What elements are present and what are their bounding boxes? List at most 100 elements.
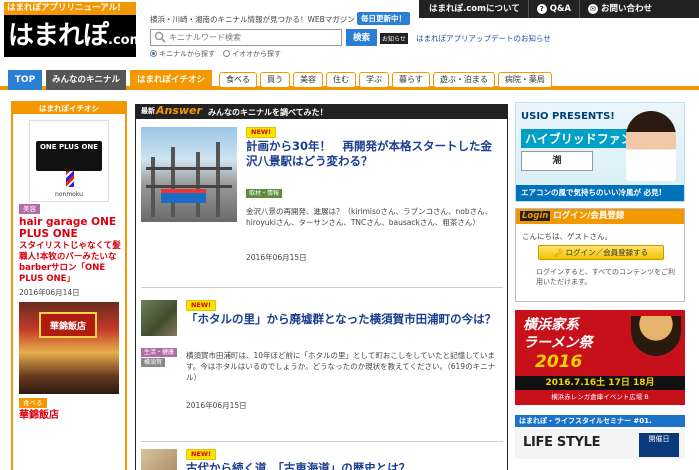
radio-events[interactable]: イオオから探す — [223, 49, 281, 59]
shop-sign: 華錦飯店 — [39, 312, 97, 338]
latest-answers: 最新 Answer みんなのキニナルを調べてみた！ NEW! 計画から30年！ … — [135, 104, 508, 470]
top-nav-qa[interactable]: ? Q&A — [527, 0, 579, 18]
hybrid-fan-ad[interactable]: USIO PRESENTS! ハイブリッドファン 潮 エアコンの風で気持ちのいい… — [515, 102, 685, 202]
category-hospital[interactable]: 病院・薬局 — [497, 72, 552, 88]
article-thumbnail[interactable] — [141, 449, 177, 470]
lifestyle-ad[interactable]: LIFE STYLE 開催日 — [515, 429, 685, 459]
divider — [141, 441, 503, 442]
area-tag: 横須賀 — [141, 358, 166, 367]
shop-title[interactable]: 華錦飯店 — [19, 410, 121, 422]
article-excerpt: 横須賀市田浦町は、10年ほど前に「ホタルの里」として町おこしをしていたと記憶して… — [186, 351, 496, 382]
mail-icon: ✉ — [587, 4, 598, 14]
heading-new: 最新 — [141, 107, 155, 115]
new-badge: NEW! — [186, 300, 217, 311]
article-item: NEW! 計画から30年！ 再開発が本格スタートした金沢八景駅はどう変わる？ 取… — [141, 127, 503, 295]
ad-year: 2016 — [535, 352, 583, 372]
heading-answer: Answer — [156, 104, 202, 117]
brand-sub: nonmoku — [55, 191, 83, 198]
login-heading: Login ログイン/会員登録 — [516, 209, 684, 224]
login-box: Login ログイン/会員登録 こんにちは、ゲストさん。 🔑 ログイン／会員登録… — [515, 208, 685, 302]
model-image — [626, 111, 676, 181]
radio-button[interactable] — [150, 50, 157, 57]
ad-title: ハイブリッドファン — [521, 129, 637, 148]
article-item: NEW! 古代から続く道、「古東海道」の歴史とは？ — [141, 449, 503, 470]
login-button[interactable]: 🔑 ログイン／会員登録する — [538, 245, 664, 260]
ramen-festival-ad[interactable]: 横浜家系 ラーメン祭 2016 2016.7.16土 17日 18月 横浜赤レン… — [515, 310, 685, 405]
ramen-bowl-image — [631, 316, 681, 356]
logo-banner: はまれぽアプリリニューアル! — [4, 2, 136, 15]
shop-description: スタイリストじゃなくて髪職人!本牧のバーみたいなbarberサロン「ONE PL… — [19, 241, 121, 284]
article-title[interactable]: 古代から続く道、「古東海道」の歴史とは？ — [186, 461, 501, 470]
category-tag: 美容 — [19, 204, 40, 214]
one-plus-one-image[interactable]: ONE PLUS ONE nonmoku — [29, 120, 109, 202]
article-thumbnail[interactable] — [141, 300, 177, 336]
tagline: 横浜・川崎・湘南のキニナル情報が見つかる！WEBマガジン — [150, 15, 355, 24]
question-icon: ? — [536, 4, 547, 14]
ad-venue: 横浜赤レンガ倉庫イベント広場 B — [551, 393, 649, 401]
article-title[interactable]: 計画から30年！ 再開発が本格スタートした金沢八景駅はどう変わる？ — [246, 139, 501, 169]
top-nav-about[interactable]: はまれぽ.comについて — [419, 0, 528, 18]
category-tag: 取材・情報 — [246, 189, 283, 198]
kakin-hanten-image[interactable]: 華錦飯店 — [19, 302, 119, 394]
ad-badge: 開催日 — [639, 433, 679, 457]
category-nav: TOP みんなのキニナル はまれぽイチオシ 食べる 買う 美容 住む 学ぶ 暮ら… — [0, 70, 699, 90]
key-icon: 🔑 — [553, 248, 566, 257]
category-buttons: 食べる 買う 美容 住む 学ぶ 暮らす 遊ぶ・泊まる 病院・薬局 — [219, 72, 552, 88]
ad-brand: USIO PRESENTS! — [521, 111, 615, 122]
ad-logo: 潮 — [521, 151, 593, 171]
category-tag: 食べる — [19, 398, 47, 408]
ad-line2: ラーメン祭 — [523, 335, 593, 351]
top-nav: はまれぽ.comについて ? Q&A ✉ お問い合わせ — [419, 0, 699, 18]
right-sidebar: USIO PRESENTS! ハイブリッドファン 潮 エアコンの風で気持ちのいい… — [515, 102, 695, 459]
ad-line1: 横浜家系 — [523, 317, 579, 333]
article-date: 2016年06月15日 — [186, 401, 247, 410]
section-heading: 最新 Answer みんなのキニナルを調べてみた！ — [136, 104, 507, 119]
ichioshi-sidebar: はまれぽイチオシ ONE PLUS ONE nonmoku 美容 hair ga… — [11, 101, 127, 470]
new-badge: NEW! — [186, 449, 217, 460]
category-play-stay[interactable]: 遊ぶ・泊まる — [432, 72, 495, 88]
heading-description: みんなのキニナルを調べてみた！ — [208, 108, 328, 117]
seminar-banner[interactable]: はまれぽ・ライフスタイルセミナー #01. — [515, 415, 685, 427]
article-excerpt: 金沢八景の再開発、進展は？（kirimisoさん、ラブンコさん、nobさん、hi… — [246, 207, 493, 227]
article-item: NEW! 「ホタルの里」から廃墟群となった横須賀市田浦町の今は？ 生活・健康 横… — [141, 300, 503, 440]
search-icon — [154, 31, 166, 43]
sidebar-heading: はまれぽイチオシ — [13, 103, 125, 114]
login-greeting: こんにちは、ゲストさん。 — [522, 232, 612, 241]
new-badge: NEW! — [246, 127, 277, 138]
category-eat[interactable]: 食べる — [219, 72, 257, 88]
login-note: ログインすると、すべてのコンテンツをご利用いただけます。 — [536, 268, 675, 286]
tab-minna-no-kininaru[interactable]: みんなのキニナル — [46, 70, 126, 90]
category-beauty[interactable]: 美容 — [293, 72, 323, 88]
tab-top[interactable]: TOP — [8, 70, 42, 90]
search-scope: キニナルから探す イオオから探す — [150, 49, 281, 59]
category-live[interactable]: 住む — [326, 72, 356, 88]
site-logo[interactable]: はまれぽアプリリニューアル! はまれぽ.com — [4, 2, 136, 58]
category-life[interactable]: 暮らす — [392, 72, 430, 88]
radio-button[interactable] — [223, 50, 230, 57]
logo-wordmark: はまれぽ.com — [4, 15, 136, 57]
search-button[interactable]: 検索 — [346, 29, 377, 46]
notice-link[interactable]: はまれぽアプリアップデートのお知らせ — [416, 33, 551, 44]
post-date: 2016年06月14日 — [19, 288, 80, 297]
article-title[interactable]: 「ホタルの里」から廃墟群となった横須賀市田浦町の今は？ — [186, 312, 501, 327]
construction-image — [146, 142, 232, 217]
category-tag: 生活・健康 — [141, 348, 178, 357]
article-thumbnail[interactable] — [141, 127, 237, 222]
ad-date: 2016.7.16土 17日 18月 — [515, 376, 685, 390]
shop-title[interactable]: hair garage ONE PLUS ONE — [19, 216, 121, 240]
site-header: はまれぽアプリリニューアル! はまれぽ.com 横浜・川崎・湘南のキニナル情報が… — [0, 0, 699, 66]
ad-title: LIFE STYLE — [523, 435, 601, 450]
tab-hamarepo-ichioshi[interactable]: はまれぽイチオシ — [130, 70, 212, 90]
search-input[interactable] — [150, 29, 342, 46]
article-date: 2016年06月15日 — [246, 253, 307, 262]
brand-logo: ONE PLUS ONE — [36, 141, 102, 171]
notice-badge: お知らせ — [380, 33, 408, 44]
radio-kininaru[interactable]: キニナルから探す — [150, 49, 215, 59]
barber-pole-icon — [66, 171, 74, 187]
category-buy[interactable]: 買う — [260, 72, 290, 88]
divider — [141, 287, 503, 288]
top-nav-contact[interactable]: ✉ お問い合わせ — [578, 0, 660, 18]
ad-footer: エアコンの風で気持ちのいい冷風が 必見! — [516, 185, 684, 201]
daily-update-badge: 毎日更新中！ — [357, 12, 410, 25]
category-learn[interactable]: 学ぶ — [359, 72, 389, 88]
